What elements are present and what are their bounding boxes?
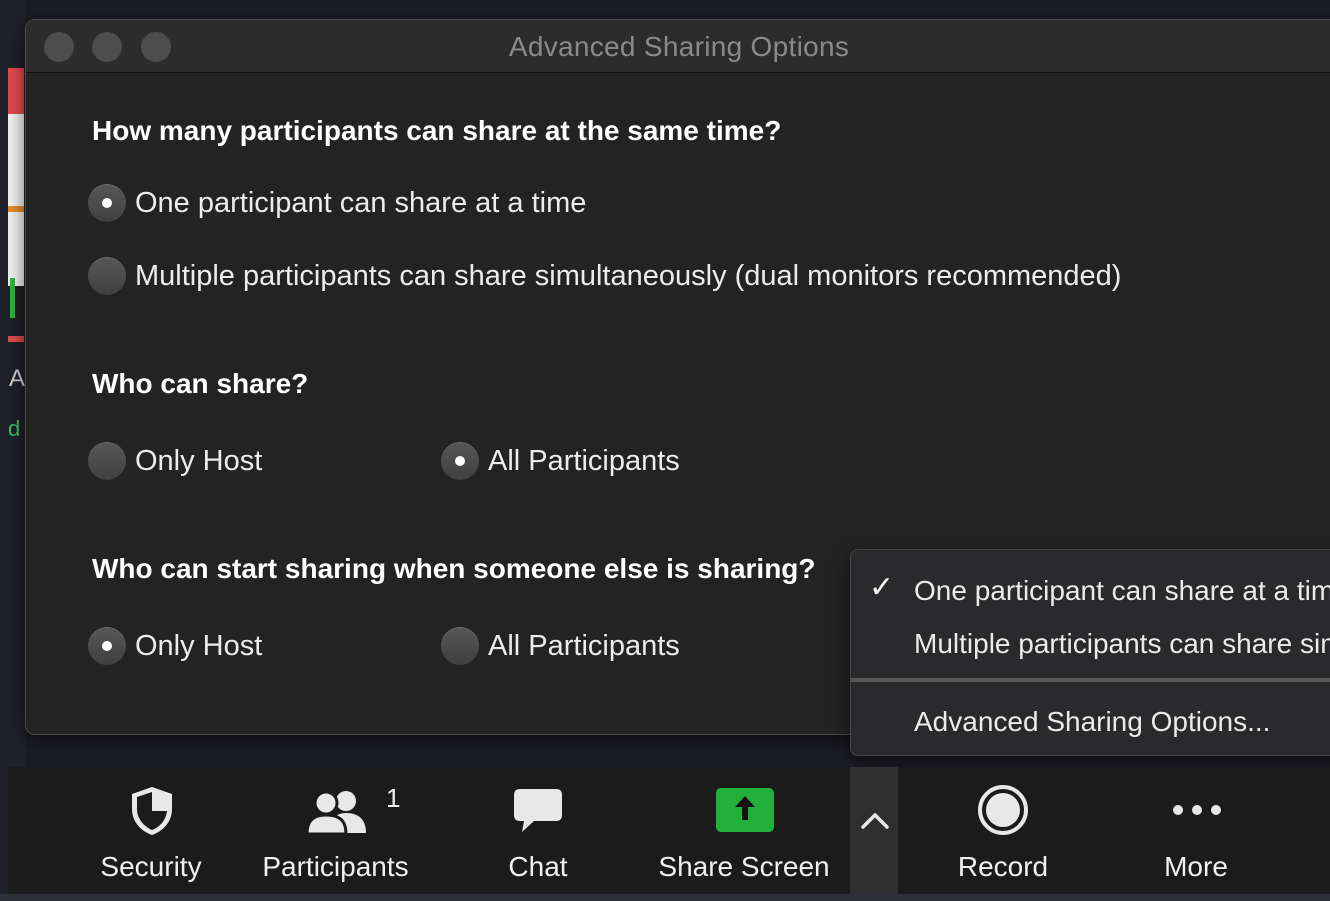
- chat-button[interactable]: Chat: [488, 767, 588, 895]
- radio-label: One participant can share at a time: [135, 186, 587, 219]
- participants-button[interactable]: 1 Participants: [253, 767, 418, 895]
- radio-one-participant[interactable]: One participant can share at a time: [88, 183, 586, 223]
- radio-label: Only Host: [135, 444, 263, 477]
- radio-share-only-host[interactable]: Only Host: [88, 441, 262, 481]
- title-bar: Advanced Sharing Options: [26, 20, 1330, 73]
- background-thumbnail: [8, 68, 24, 342]
- background-text-green: d: [8, 416, 21, 441]
- record-label: Record: [957, 851, 1049, 882]
- participants-label: Participants: [262, 851, 409, 882]
- radio-start-only-host[interactable]: Only Host: [88, 626, 262, 666]
- share-screen-label: Share Screen: [658, 851, 830, 882]
- heading-share-count: How many participants can share at the s…: [92, 115, 782, 146]
- checkmark-icon: ✓: [869, 571, 895, 604]
- share-screen-button[interactable]: Share Screen: [648, 767, 840, 895]
- share-options-menu: ✓ One participant can share at a time Mu…: [850, 549, 1330, 756]
- chevron-up-icon: [861, 813, 889, 829]
- meeting-toolbar: Security 1 Participants Chat Share Scree…: [8, 767, 1330, 895]
- shield-icon: [132, 787, 172, 835]
- background-text: A: [9, 365, 26, 392]
- chat-bubble-icon: [514, 789, 562, 832]
- radio-multiple-participants[interactable]: Multiple participants can share simultan…: [88, 256, 1121, 296]
- more-label: More: [1164, 851, 1228, 882]
- menu-separator: [851, 678, 1330, 682]
- more-button[interactable]: More: [1146, 767, 1246, 895]
- radio-button[interactable]: [88, 184, 126, 222]
- radio-label: All Participants: [488, 629, 680, 662]
- security-label: Security: [100, 851, 202, 882]
- share-options-caret-button[interactable]: [850, 767, 898, 895]
- record-button[interactable]: Record: [943, 767, 1063, 895]
- chat-label: Chat: [508, 851, 568, 882]
- menu-item-one-participant[interactable]: One participant can share at a time: [914, 575, 1330, 607]
- participants-count: 1: [386, 783, 401, 813]
- menu-item-advanced-sharing[interactable]: Advanced Sharing Options...: [914, 706, 1270, 738]
- radio-button[interactable]: [88, 627, 126, 665]
- dialog-title: Advanced Sharing Options: [508, 31, 850, 62]
- radio-button[interactable]: [88, 442, 126, 480]
- heading-who-can-share: Who can share?: [92, 368, 309, 399]
- radio-button[interactable]: [88, 257, 126, 295]
- share-screen-arrow-icon: [716, 788, 774, 832]
- participants-icon: [306, 790, 366, 835]
- security-button[interactable]: Security: [86, 767, 216, 895]
- radio-label: All Participants: [488, 444, 680, 477]
- heading-who-can-start-sharing: Who can start sharing when someone else …: [92, 553, 816, 584]
- bottom-edge: [0, 894, 1330, 901]
- radio-start-all-participants[interactable]: All Participants: [441, 626, 680, 666]
- menu-item-multiple-participants[interactable]: Multiple participants can share simultan…: [914, 628, 1330, 660]
- record-icon: [978, 785, 1028, 835]
- radio-button[interactable]: [441, 627, 479, 665]
- radio-share-all-participants[interactable]: All Participants: [441, 441, 680, 481]
- more-dots-icon: [1173, 805, 1221, 815]
- radio-label: Multiple participants can share simultan…: [135, 259, 1122, 292]
- radio-label: Only Host: [135, 629, 263, 662]
- radio-button[interactable]: [441, 442, 479, 480]
